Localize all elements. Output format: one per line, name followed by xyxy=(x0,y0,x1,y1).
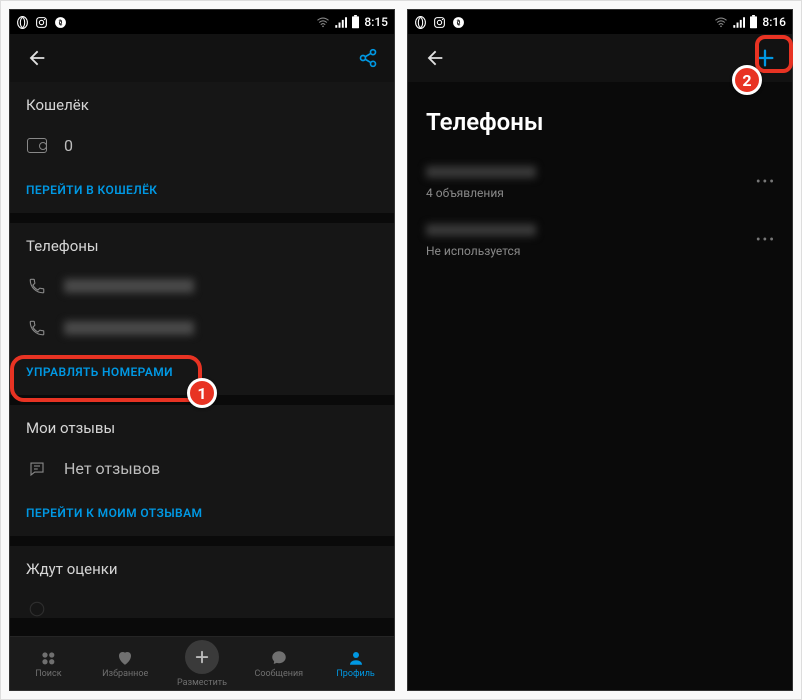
shazam-icon xyxy=(452,16,465,29)
wallet-section: Кошелёк 0 ПЕРЕЙТИ В КОШЕЛЁК xyxy=(10,82,394,213)
phone-list-item-2[interactable]: Не используется ••• xyxy=(408,212,792,270)
share-icon[interactable] xyxy=(358,48,378,68)
nav-profile[interactable]: Профиль xyxy=(317,649,394,679)
search-icon xyxy=(39,649,57,667)
wifi-icon xyxy=(714,17,728,28)
battery-icon xyxy=(351,15,360,29)
status-bar: 8:16 xyxy=(408,10,792,34)
heart-icon xyxy=(116,649,134,667)
reviews-empty-text: Нет отзывов xyxy=(64,459,160,478)
nav-messages[interactable]: Сообщения xyxy=(240,649,317,679)
status-time: 8:15 xyxy=(364,15,388,29)
pending-row xyxy=(10,588,394,618)
bottom-nav: Поиск Избранное Разместить Сообщения Про… xyxy=(10,636,394,690)
phone-item-sub: Не используется xyxy=(426,244,774,258)
nav-label: Профиль xyxy=(336,669,374,679)
add-icon[interactable] xyxy=(754,47,776,69)
shazam-icon xyxy=(54,16,67,29)
wallet-icon xyxy=(26,138,48,153)
wifi-icon xyxy=(316,17,330,28)
phone-screen-left: 8:15 Кошелёк 0 ПЕРЕЙТИ В КОШЕЛЁК Телефон… xyxy=(9,9,395,691)
signal-icon xyxy=(732,17,745,28)
wallet-link[interactable]: ПЕРЕЙТИ В КОШЕЛЁК xyxy=(10,167,394,213)
reviews-header: Мои отзывы xyxy=(10,405,394,447)
profile-icon xyxy=(347,649,365,667)
phone-icon xyxy=(26,277,48,295)
nav-label: Поиск xyxy=(35,669,61,679)
phones-section: Телефоны УПРАВЛЯТЬ НОМЕРАМИ xyxy=(10,223,394,395)
phones-header: Телефоны xyxy=(10,223,394,265)
opera-icon xyxy=(16,16,29,29)
battery-icon xyxy=(749,15,758,29)
phone-row-2[interactable] xyxy=(10,307,394,349)
opera-icon xyxy=(414,16,427,29)
phone-item-sub: 4 объявления xyxy=(426,186,774,200)
instagram-icon xyxy=(433,16,446,29)
wallet-balance: 0 xyxy=(64,136,73,155)
review-icon xyxy=(26,460,48,478)
nav-label: Разместить xyxy=(177,678,227,688)
nav-label: Сообщения xyxy=(254,669,303,679)
reviews-link[interactable]: ПЕРЕЙТИ К МОИМ ОТЗЫВАМ xyxy=(10,490,394,536)
status-time: 8:16 xyxy=(762,15,786,29)
phone-screen-right: 8:16 Телефоны 4 объявления ••• Не исполь… xyxy=(407,9,793,691)
phone-icon xyxy=(26,319,48,337)
reviews-section: Мои отзывы Нет отзывов ПЕРЕЙТИ К МОИМ ОТ… xyxy=(10,405,394,536)
reviews-empty-row: Нет отзывов xyxy=(10,447,394,490)
phone-number-blurred xyxy=(64,279,194,293)
nav-favorites[interactable]: Избранное xyxy=(87,649,164,679)
app-bar xyxy=(10,34,394,82)
signal-icon xyxy=(334,17,347,28)
nav-label: Избранное xyxy=(102,669,148,679)
callout-badge-1: 1 xyxy=(187,378,217,408)
wallet-row[interactable]: 0 xyxy=(10,124,394,167)
phone-number-blurred xyxy=(426,224,536,236)
status-bar: 8:15 xyxy=(10,10,394,34)
more-icon[interactable]: ••• xyxy=(756,232,776,248)
page-title: Телефоны xyxy=(408,82,792,154)
nav-post[interactable]: Разместить xyxy=(164,640,241,688)
nav-search[interactable]: Поиск xyxy=(10,649,87,679)
callout-badge-2: 2 xyxy=(732,65,762,95)
phone-number-blurred xyxy=(64,321,194,335)
instagram-icon xyxy=(35,16,48,29)
phone-list-item-1[interactable]: 4 объявления ••• xyxy=(408,154,792,212)
back-icon[interactable] xyxy=(26,47,48,69)
pending-section: Ждут оценки xyxy=(10,546,394,618)
phone-row-1[interactable] xyxy=(10,265,394,307)
wallet-header: Кошелёк xyxy=(10,82,394,124)
plus-circle-icon xyxy=(185,640,219,674)
back-icon[interactable] xyxy=(424,47,446,69)
chat-icon xyxy=(270,649,288,667)
phone-number-blurred xyxy=(426,166,536,178)
pending-header: Ждут оценки xyxy=(10,546,394,588)
more-icon[interactable]: ••• xyxy=(756,174,776,190)
